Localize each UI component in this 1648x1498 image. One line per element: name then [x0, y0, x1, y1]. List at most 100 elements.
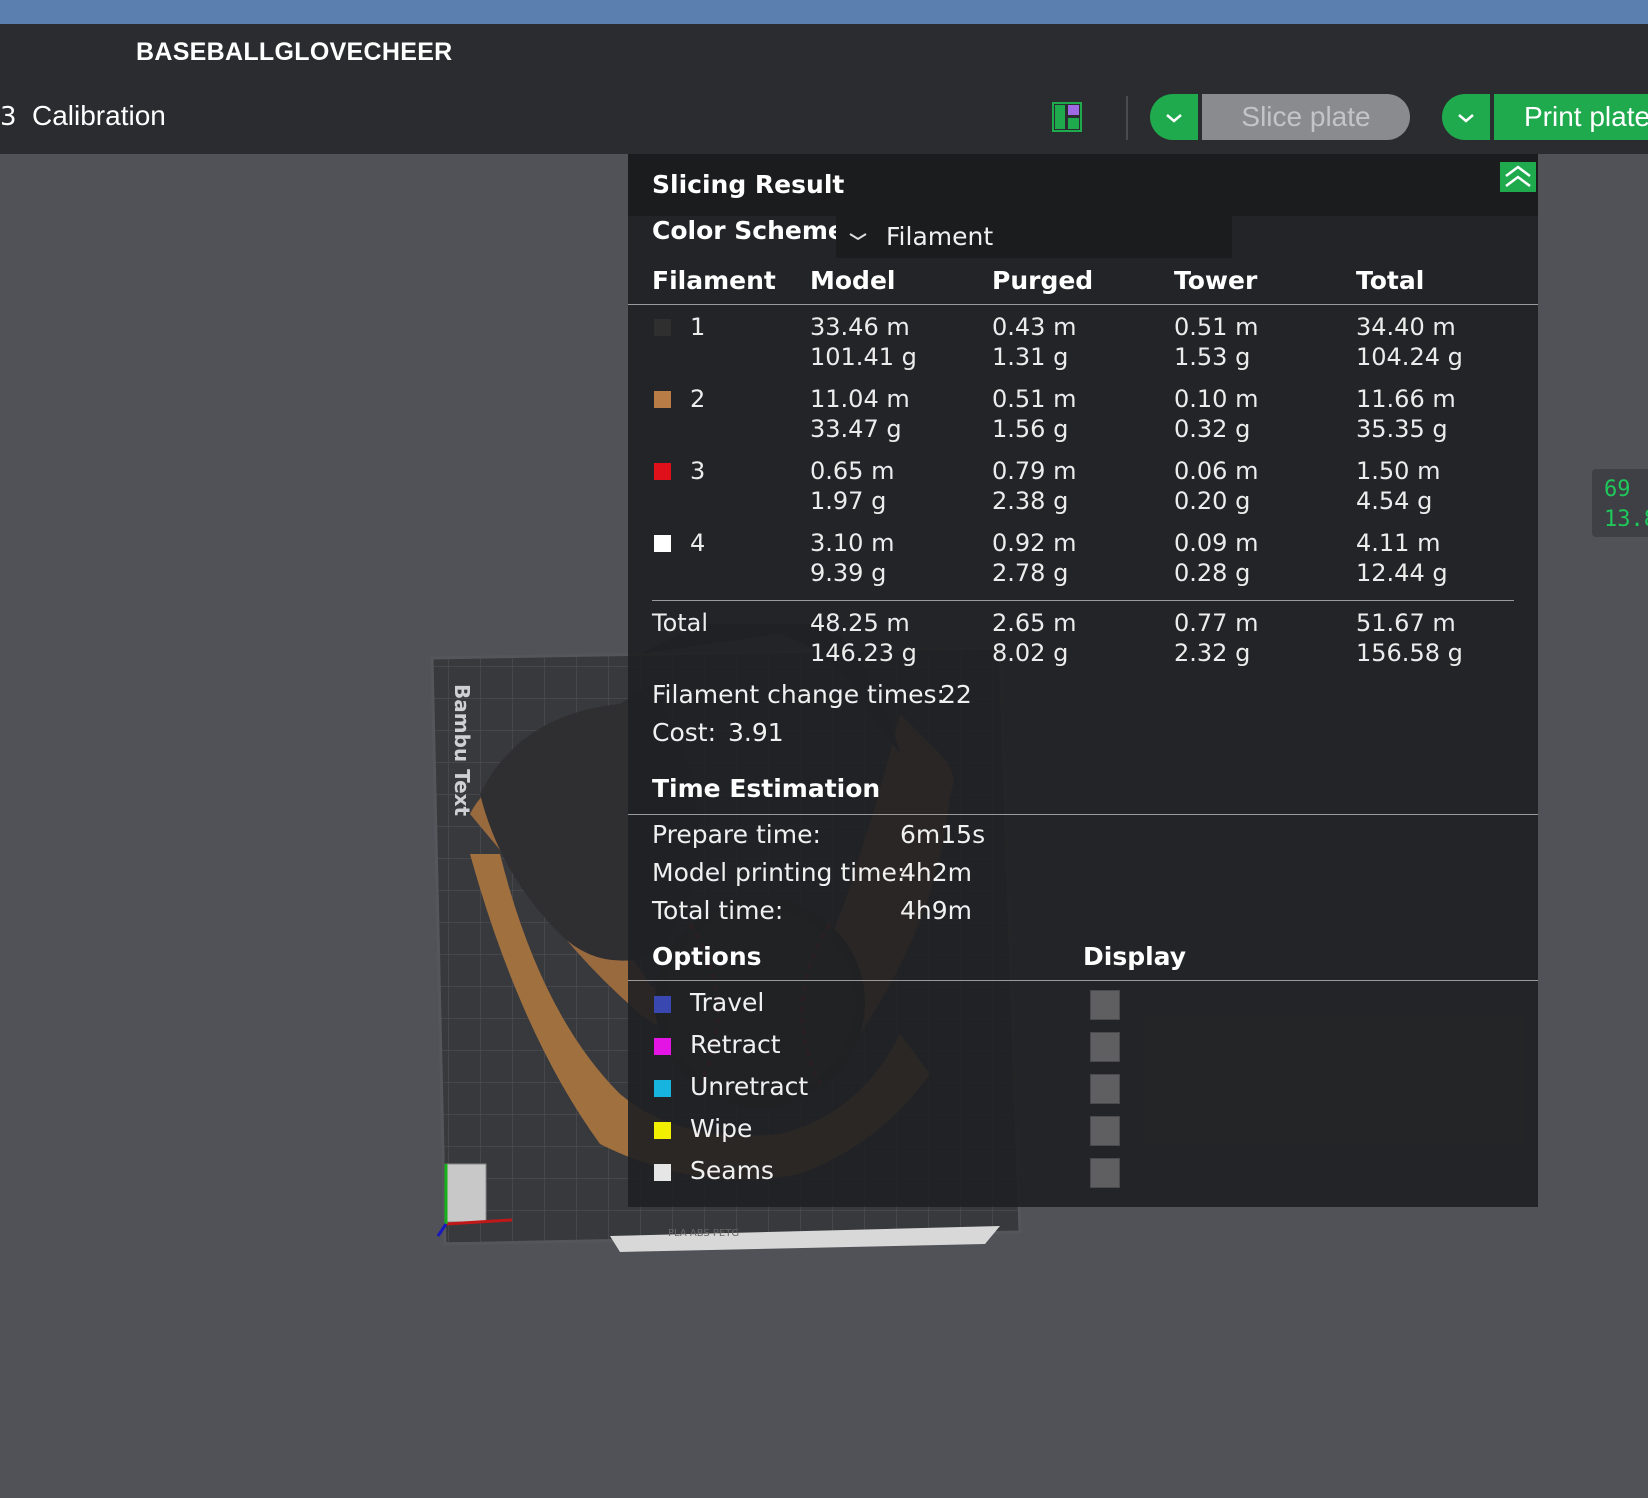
filament-color-swatch: [654, 319, 671, 336]
purged-length: 0.79 m: [992, 457, 1077, 485]
filament-id: 2: [690, 385, 706, 413]
tower-length: 0.06 m: [1174, 457, 1259, 485]
panel-title: Slicing Result: [652, 170, 845, 199]
total-length: 4.11 m: [1356, 529, 1441, 557]
cost-label: Cost:: [652, 718, 717, 747]
model-length: 33.46 m: [810, 313, 910, 341]
purged-length: 0.43 m: [992, 313, 1077, 341]
retract-display-checkbox[interactable]: [1090, 1032, 1120, 1062]
seams-display-checkbox[interactable]: [1090, 1158, 1120, 1188]
prepare-time-value: 6m15s: [900, 820, 986, 849]
print-dropdown-button[interactable]: [1442, 94, 1490, 140]
filament-color-swatch: [654, 463, 671, 480]
chevron-down-icon: [849, 233, 867, 241]
purged-length: 0.92 m: [992, 529, 1077, 557]
header-model: Model: [810, 266, 896, 295]
filament-change-value: 22: [940, 680, 972, 709]
seams-color-swatch: [654, 1164, 671, 1181]
total-time-value: 4h9m: [900, 896, 973, 925]
tower-length: 0.10 m: [1174, 385, 1259, 413]
filament-id: 1: [690, 313, 706, 341]
collapse-panel-button[interactable]: [1500, 162, 1536, 192]
main-toolbar: 3 Calibration Slice plate Print plate: [0, 84, 1648, 154]
purged-length: 0.51 m: [992, 385, 1077, 413]
tower-weight: 0.32 g: [1174, 415, 1251, 443]
side-stat-1: 69: [1604, 477, 1631, 502]
time-estimation-title: Time Estimation: [652, 774, 881, 803]
wipe-display-checkbox[interactable]: [1090, 1116, 1120, 1146]
wipe-color-swatch: [654, 1122, 671, 1139]
grand-total-length: 51.67 m: [1356, 609, 1456, 637]
color-scheme-select[interactable]: Filament: [836, 216, 1232, 258]
total-weight: 35.35 g: [1356, 415, 1448, 443]
model-length: 0.65 m: [810, 457, 895, 485]
calibration-menu[interactable]: Calibration: [32, 100, 166, 132]
side-stats-badge: 69 13.8: [1592, 469, 1648, 537]
model-print-time-value: 4h2m: [900, 858, 973, 887]
tower-weight: 0.28 g: [1174, 559, 1251, 587]
time-divider: [628, 814, 1538, 815]
unretract-display-checkbox[interactable]: [1090, 1074, 1120, 1104]
model-weight: 33.47 g: [810, 415, 902, 443]
total-length: 11.66 m: [1356, 385, 1456, 413]
model-weight: 9.39 g: [810, 559, 887, 587]
options-divider: [628, 980, 1538, 981]
plate-text: PLA ABS PETG: [668, 1228, 739, 1239]
slicing-result-panel: Slicing Result Color Scheme Filament Fil…: [628, 154, 1538, 1207]
purged-weight: 2.78 g: [992, 559, 1069, 587]
slice-dropdown-button[interactable]: [1150, 94, 1198, 140]
display-title: Display: [1083, 942, 1187, 971]
model-weight: 1.97 g: [810, 487, 887, 515]
side-stat-2: 13.8: [1604, 507, 1648, 532]
totals-divider: [652, 600, 1514, 601]
totals-label: Total: [652, 609, 709, 637]
header-tower: Tower: [1174, 266, 1258, 295]
slice-plate-button[interactable]: Slice plate: [1202, 94, 1410, 140]
options-title: Options: [652, 942, 762, 971]
color-scheme-label: Color Scheme: [652, 216, 845, 245]
grand-total-weight: 156.58 g: [1356, 639, 1463, 667]
total-model-weight: 146.23 g: [810, 639, 917, 667]
chevron-down-icon: [1166, 114, 1182, 123]
tower-length: 0.09 m: [1174, 529, 1259, 557]
title-bar: BASEBALLGLOVECHEER: [0, 24, 1648, 84]
model-weight: 101.41 g: [810, 343, 917, 371]
chevron-down-icon: [1458, 114, 1474, 123]
total-weight: 4.54 g: [1356, 487, 1433, 515]
prepare-time-label: Prepare time:: [652, 820, 821, 849]
option-unretract-label: Unretract: [690, 1072, 809, 1101]
total-length: 1.50 m: [1356, 457, 1441, 485]
header-purged: Purged: [992, 266, 1094, 295]
header-divider: [628, 304, 1538, 305]
total-purged-length: 2.65 m: [992, 609, 1077, 637]
tower-length: 0.51 m: [1174, 313, 1259, 341]
model-length: 3.10 m: [810, 529, 895, 557]
total-length: 34.40 m: [1356, 313, 1456, 341]
option-wipe-label: Wipe: [690, 1114, 753, 1143]
header-total: Total: [1356, 266, 1425, 295]
tower-weight: 0.20 g: [1174, 487, 1251, 515]
tower-weight: 1.53 g: [1174, 343, 1251, 371]
option-seams-label: Seams: [690, 1156, 774, 1185]
purged-weight: 1.56 g: [992, 415, 1069, 443]
travel-color-swatch: [654, 996, 671, 1013]
filament-change-label: Filament change times:: [652, 680, 945, 709]
menu-fragment[interactable]: 3: [0, 102, 17, 132]
toolbar-separator: [1126, 96, 1128, 140]
model-length: 11.04 m: [810, 385, 910, 413]
retract-color-swatch: [654, 1038, 671, 1055]
bed-label: Bambu Text: [450, 684, 474, 817]
layout-icon[interactable]: [1052, 102, 1082, 132]
travel-display-checkbox[interactable]: [1090, 990, 1120, 1020]
print-plate-button[interactable]: Print plate: [1494, 94, 1648, 140]
purged-weight: 1.31 g: [992, 343, 1069, 371]
total-purged-weight: 8.02 g: [992, 639, 1069, 667]
filament-color-swatch: [654, 391, 671, 408]
cost-value: 3.91: [728, 718, 784, 747]
total-time-label: Total time:: [652, 896, 784, 925]
filament-id: 4: [690, 529, 706, 557]
purged-weight: 2.38 g: [992, 487, 1069, 515]
option-retract-label: Retract: [690, 1030, 781, 1059]
total-weight: 12.44 g: [1356, 559, 1448, 587]
project-title: BASEBALLGLOVECHEER: [136, 38, 453, 66]
